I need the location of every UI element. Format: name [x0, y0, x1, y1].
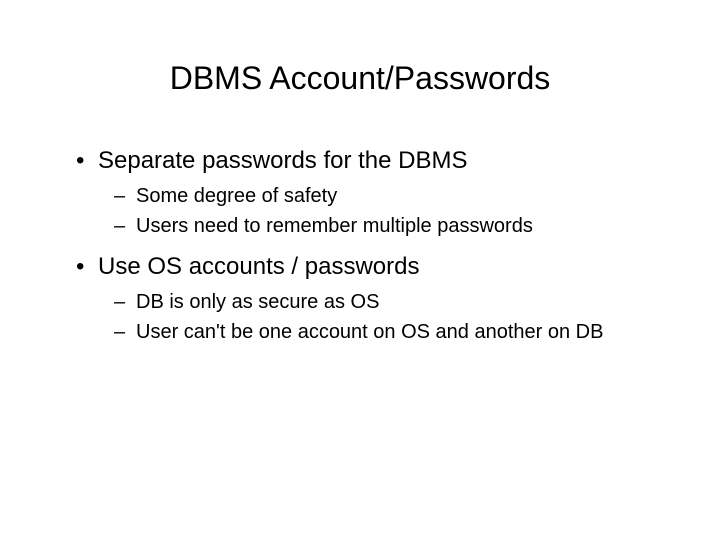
- sub-bullet-container: DB is only as secure as OS User can't be…: [70, 289, 670, 345]
- slide-content: Separate passwords for the DBMS Some deg…: [50, 147, 670, 345]
- bullet-text: Use OS accounts / passwords: [98, 253, 419, 280]
- slide: DBMS Account/Passwords Separate password…: [0, 0, 720, 540]
- bullet-text: Separate passwords for the DBMS: [98, 147, 468, 174]
- bullet-level2: Some degree of safety: [110, 183, 670, 209]
- bullet-level1: Separate passwords for the DBMS: [70, 147, 670, 175]
- bullet-level2: DB is only as secure as OS: [110, 289, 670, 315]
- bullet-level1: Use OS accounts / passwords: [70, 253, 670, 281]
- sub-bullet-container: Some degree of safety Users need to reme…: [70, 183, 670, 239]
- bullet-text: User can't be one account on OS and anot…: [136, 321, 603, 343]
- bullet-level2: Users need to remember multiple password…: [110, 213, 670, 239]
- bullet-text: Users need to remember multiple password…: [136, 215, 533, 237]
- slide-title: DBMS Account/Passwords: [50, 60, 670, 97]
- bullet-text: DB is only as secure as OS: [136, 291, 379, 313]
- bullet-text: Some degree of safety: [136, 185, 337, 207]
- bullet-level2: User can't be one account on OS and anot…: [110, 319, 670, 345]
